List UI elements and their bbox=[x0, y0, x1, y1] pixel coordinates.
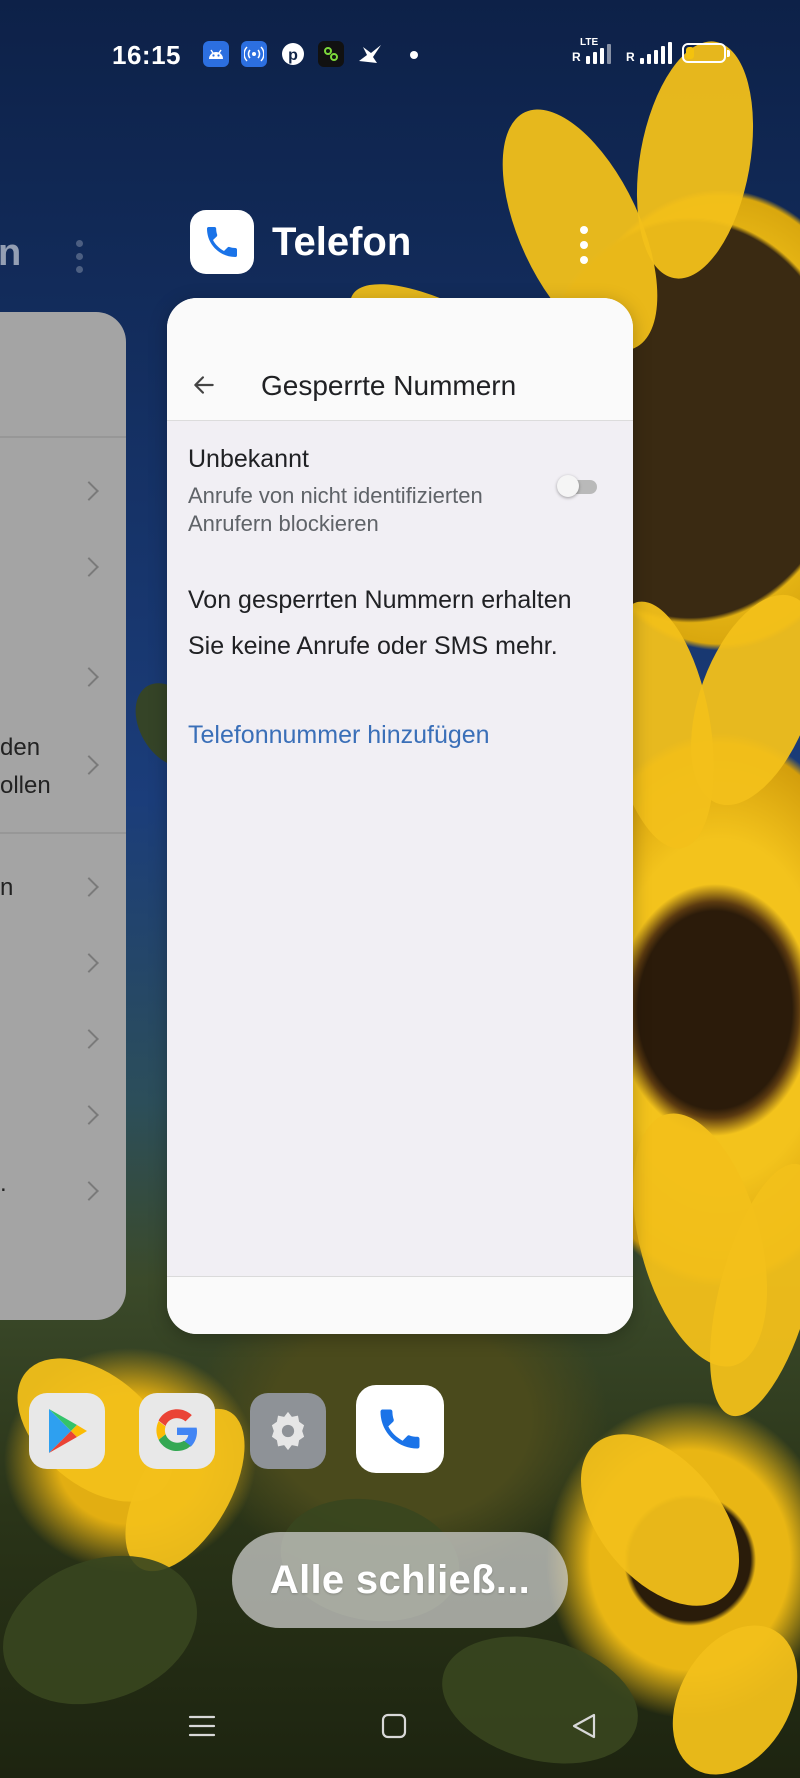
battery-icon bbox=[682, 43, 730, 63]
chevron-right-icon bbox=[79, 481, 99, 501]
pinterest-icon: p bbox=[280, 41, 306, 67]
chevron-right-icon bbox=[79, 557, 99, 577]
block-unknown-toggle[interactable] bbox=[557, 475, 597, 497]
app-label[interactable]: Telefon bbox=[190, 210, 411, 274]
settings-icon[interactable] bbox=[250, 1393, 326, 1469]
google-icon[interactable] bbox=[139, 1393, 215, 1469]
left-text-fragment: den bbox=[0, 734, 41, 761]
app-icon bbox=[318, 41, 344, 67]
hotspot-icon bbox=[241, 41, 267, 67]
toggle-thumb bbox=[557, 475, 579, 497]
recent-apps-button[interactable] bbox=[188, 1712, 216, 1740]
unknown-setting-title: Unbekannt bbox=[188, 445, 309, 473]
play-store-icon[interactable] bbox=[29, 1393, 105, 1469]
chevron-right-icon bbox=[79, 667, 99, 687]
left-text-fragment: . bbox=[0, 1170, 7, 1197]
more-notifications-dot bbox=[410, 51, 418, 59]
settings-content: Unbekannt Anrufe von nicht identifiziert… bbox=[167, 421, 633, 1276]
phone-icon[interactable] bbox=[356, 1385, 444, 1473]
left-app-preview[interactable]: den ollen n . bbox=[0, 312, 126, 1320]
card-footer bbox=[167, 1277, 633, 1334]
close-all-button[interactable]: Alle schließ... bbox=[232, 1532, 568, 1628]
android-icon bbox=[203, 41, 229, 67]
left-text-fragment: n bbox=[0, 874, 14, 901]
home-button[interactable] bbox=[380, 1712, 408, 1740]
chevron-right-icon bbox=[79, 1029, 99, 1049]
app-title: Telefon bbox=[272, 219, 412, 264]
phone-icon bbox=[190, 210, 254, 274]
sim1-signal-icon: R bbox=[572, 42, 611, 64]
blocked-info-text: Von gesperrten Nummern erhalten Sie kein… bbox=[188, 586, 572, 660]
chevron-right-icon bbox=[79, 755, 99, 775]
svg-text:p: p bbox=[288, 47, 298, 64]
chevron-right-icon bbox=[79, 1181, 99, 1201]
sim2-signal-icon: R bbox=[626, 42, 672, 64]
toolbar: Gesperrte Nummern bbox=[167, 298, 633, 420]
more-options-icon[interactable] bbox=[580, 226, 588, 271]
app-preview-card[interactable]: Gesperrte Nummern Unbekannt Anrufe von n… bbox=[167, 298, 633, 1334]
add-phone-number-link[interactable]: Telefonnummer hinzufügen bbox=[188, 721, 490, 750]
left-more-icon[interactable] bbox=[76, 240, 84, 279]
unknown-setting-description: Anrufe von nicht identifizierten Anrufer… bbox=[188, 483, 483, 536]
left-text-fragment: ollen bbox=[0, 772, 51, 799]
status-time: 16:15 bbox=[112, 40, 181, 70]
bird-icon bbox=[357, 41, 383, 67]
chevron-right-icon bbox=[79, 877, 99, 897]
chevron-right-icon bbox=[79, 1105, 99, 1125]
back-arrow-icon[interactable] bbox=[191, 372, 217, 398]
status-bar: 16:15 p LTE R R bbox=[0, 28, 800, 78]
back-button[interactable] bbox=[570, 1712, 598, 1740]
page-title: Gesperrte Nummern bbox=[261, 370, 517, 401]
chevron-right-icon bbox=[79, 953, 99, 973]
left-app-title-fragment: n bbox=[0, 232, 22, 274]
